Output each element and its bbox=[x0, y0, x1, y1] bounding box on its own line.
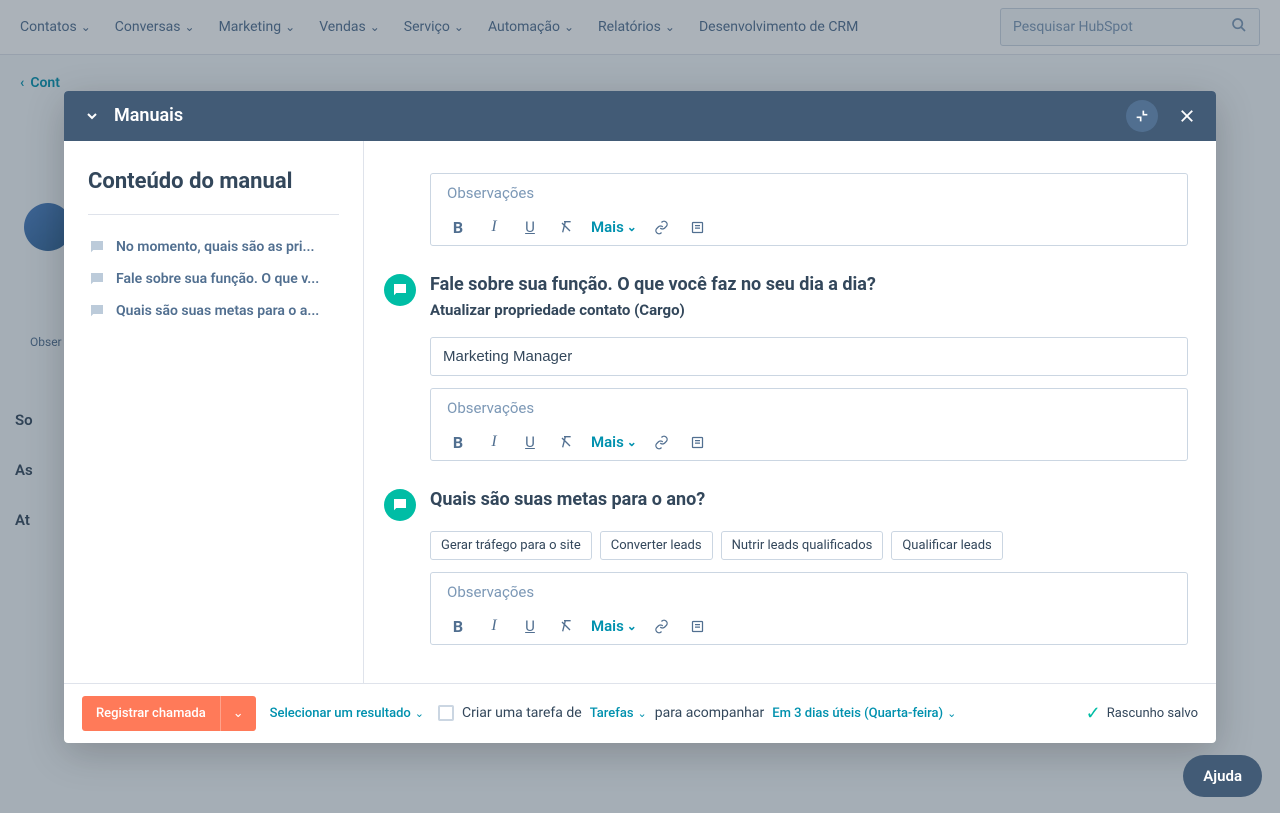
goal-tag-4[interactable]: Qualificar leads bbox=[891, 531, 1002, 560]
divider bbox=[88, 214, 339, 215]
playbook-modal: Manuais Conteúdo do manual No momento, q… bbox=[64, 91, 1216, 743]
clear-format-button[interactable] bbox=[555, 434, 577, 450]
link-button[interactable] bbox=[651, 220, 673, 235]
snippet-button[interactable] bbox=[687, 220, 709, 235]
more-button[interactable]: Mais bbox=[591, 433, 637, 451]
more-button[interactable]: Mais bbox=[591, 617, 637, 635]
clear-format-button[interactable] bbox=[555, 618, 577, 634]
italic-button[interactable]: I bbox=[483, 218, 505, 236]
chat-icon bbox=[88, 270, 106, 288]
help-button[interactable]: Ajuda bbox=[1183, 755, 1262, 797]
register-dropdown[interactable]: ⌄ bbox=[220, 696, 256, 731]
modal-sidebar: Conteúdo do manual No momento, quais são… bbox=[64, 141, 364, 683]
italic-button[interactable]: I bbox=[483, 617, 505, 635]
toc-item-2[interactable]: Fale sobre sua função. O que v... bbox=[88, 263, 339, 295]
snippet-button[interactable] bbox=[687, 435, 709, 450]
clear-format-button[interactable] bbox=[555, 219, 577, 235]
bold-button[interactable]: B bbox=[447, 433, 469, 452]
question-title: Quais são suas metas para o ano? bbox=[430, 489, 1188, 510]
toc-item-3[interactable]: Quais são suas metas para o a... bbox=[88, 295, 339, 327]
task-label-1: Criar uma tarefa de bbox=[462, 705, 582, 721]
bold-button[interactable]: B bbox=[447, 617, 469, 636]
modal-main: Observações B I U Mais bbox=[364, 141, 1216, 683]
underline-button[interactable]: U bbox=[519, 218, 541, 236]
question-block-2: Fale sobre sua função. O que você faz no… bbox=[384, 274, 1188, 461]
link-button[interactable] bbox=[651, 435, 673, 450]
obs-placeholder: Observações bbox=[431, 389, 1187, 427]
observations-field-3[interactable]: Observações B I U Mais bbox=[430, 572, 1188, 645]
obs-placeholder: Observações bbox=[431, 174, 1187, 212]
sidebar-title: Conteúdo do manual bbox=[88, 169, 339, 194]
toc-item-1[interactable]: No momento, quais são as pri... bbox=[88, 231, 339, 263]
modal-header: Manuais bbox=[64, 91, 1216, 141]
observations-field-1[interactable]: Observações B I U Mais bbox=[430, 173, 1188, 246]
underline-button[interactable]: U bbox=[519, 433, 541, 451]
modal-backdrop: Manuais Conteúdo do manual No momento, q… bbox=[0, 0, 1280, 813]
toc-label: No momento, quais são as pri... bbox=[116, 239, 315, 255]
toc-label: Quais são suas metas para o a... bbox=[116, 303, 319, 319]
chat-icon bbox=[88, 238, 106, 256]
register-call-button[interactable]: Registrar chamada ⌄ bbox=[82, 696, 256, 731]
observations-field-2[interactable]: Observações B I U Mais bbox=[430, 388, 1188, 461]
collapse-icon[interactable] bbox=[1126, 100, 1158, 132]
bold-button[interactable]: B bbox=[447, 218, 469, 237]
italic-button[interactable]: I bbox=[483, 433, 505, 451]
goal-tag-1[interactable]: Gerar tráfego para o site bbox=[430, 531, 592, 560]
chat-icon bbox=[88, 302, 106, 320]
underline-button[interactable]: U bbox=[519, 617, 541, 635]
question-icon bbox=[384, 274, 416, 306]
question-block-3: Quais são suas metas para o ano? Gerar t… bbox=[384, 489, 1188, 645]
task-type-dropdown[interactable]: Tarefas bbox=[590, 706, 647, 721]
task-label-2: para acompanhar bbox=[655, 705, 765, 721]
link-button[interactable] bbox=[651, 619, 673, 634]
chevron-down-icon[interactable] bbox=[84, 108, 100, 124]
goal-tag-2[interactable]: Converter leads bbox=[600, 531, 713, 560]
question-subtitle: Atualizar propriedade contato (Cargo) bbox=[430, 301, 1188, 319]
modal-footer: Registrar chamada ⌄ Selecionar um result… bbox=[64, 683, 1216, 743]
snippet-button[interactable] bbox=[687, 619, 709, 634]
obs-placeholder: Observações bbox=[431, 573, 1187, 611]
register-label: Registrar chamada bbox=[82, 696, 220, 731]
check-icon: ✓ bbox=[1086, 703, 1101, 724]
question-icon bbox=[384, 489, 416, 521]
more-button[interactable]: Mais bbox=[591, 218, 637, 236]
due-date-dropdown[interactable]: Em 3 dias úteis (Quarta-feira) bbox=[772, 706, 956, 721]
question-title: Fale sobre sua função. O que você faz no… bbox=[430, 274, 1188, 295]
modal-title: Manuais bbox=[114, 105, 183, 126]
rich-text-toolbar: B I U Mais bbox=[431, 427, 1187, 460]
goal-tag-3[interactable]: Nutrir leads qualificados bbox=[721, 531, 884, 560]
toc-label: Fale sobre sua função. O que v... bbox=[116, 271, 319, 287]
rich-text-toolbar: B I U Mais bbox=[431, 212, 1187, 245]
close-icon[interactable] bbox=[1178, 107, 1196, 125]
draft-saved-status: ✓ Rascunho salvo bbox=[1086, 703, 1198, 724]
create-task-checkbox[interactable] bbox=[438, 705, 454, 721]
cargo-input[interactable] bbox=[430, 337, 1188, 376]
select-result-dropdown[interactable]: Selecionar um resultado bbox=[270, 706, 424, 721]
rich-text-toolbar: B I U Mais bbox=[431, 611, 1187, 644]
